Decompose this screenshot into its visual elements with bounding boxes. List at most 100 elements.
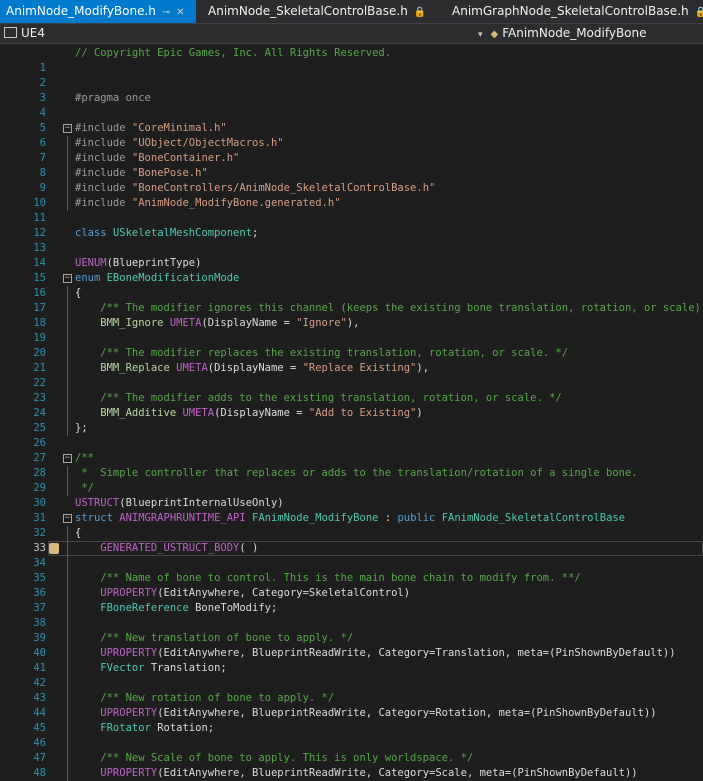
code-line[interactable]: { bbox=[75, 526, 81, 541]
code-token: ), bbox=[346, 317, 360, 329]
code-token: /** bbox=[75, 452, 94, 464]
project-dropdown[interactable]: UE4 bbox=[4, 24, 45, 43]
code-line[interactable]: #include "BoneContainer.h" bbox=[75, 151, 239, 166]
line-number: 1 bbox=[39, 62, 46, 74]
code-token: Rotation; bbox=[157, 722, 215, 734]
code-token: "Replace Existing" bbox=[302, 362, 417, 374]
code-line[interactable]: #include "CoreMinimal.h" bbox=[75, 121, 227, 136]
line-number: 41 bbox=[33, 662, 46, 674]
tab-animnode-skeletalcontrolbase[interactable]: AnimNode_SkeletalControlBase.h 🔒 bbox=[202, 0, 426, 23]
fold-toggle-icon[interactable]: − bbox=[63, 274, 72, 283]
lightbulb-icon[interactable] bbox=[49, 543, 59, 554]
line-number: 7 bbox=[39, 152, 46, 164]
code-token: UPROPERTY bbox=[75, 587, 158, 599]
code-line[interactable]: #include "BonePose.h" bbox=[75, 166, 208, 181]
code-line[interactable]: FRotator Rotation; bbox=[75, 721, 214, 736]
code-token: (DisplayName = bbox=[207, 362, 303, 374]
pin-icon[interactable]: ⊸ bbox=[162, 7, 170, 18]
code-line[interactable]: /** The modifier replaces the existing t… bbox=[75, 346, 568, 361]
code-token: GENERATED_USTRUCT_BODY bbox=[75, 542, 240, 554]
code-line[interactable]: BMM_Ignore UMETA(DisplayName = "Ignore")… bbox=[75, 316, 360, 331]
code-token: UMETA bbox=[182, 407, 215, 419]
line-number: 24 bbox=[33, 407, 46, 419]
code-token: #include bbox=[75, 137, 132, 149]
code-token: (DisplayName = bbox=[201, 317, 297, 329]
code-line[interactable]: #include "AnimNode_ModifyBone.generated.… bbox=[75, 196, 341, 211]
code-line[interactable]: #include "UObject/ObjectMacros.h" bbox=[75, 136, 284, 151]
code-token: "Ignore" bbox=[296, 317, 347, 329]
code-editor[interactable]: // Copyright Epic Games, Inc. All Rights… bbox=[0, 44, 703, 781]
code-line[interactable]: class USkeletalMeshComponent; bbox=[75, 226, 258, 241]
code-token: enum bbox=[75, 272, 107, 284]
code-line[interactable]: // Copyright Epic Games, Inc. All Rights… bbox=[75, 46, 391, 61]
code-line[interactable]: enum EBoneModificationMode bbox=[75, 271, 239, 286]
code-line[interactable]: }; bbox=[75, 421, 88, 436]
code-token: (DisplayName = bbox=[214, 407, 309, 419]
close-icon[interactable]: ✕ bbox=[176, 7, 184, 18]
tab-animgraphnode-skeletalcontrolbase[interactable]: AnimGraphNode_SkeletalControlBase.h 🔒 bbox=[446, 0, 703, 23]
code-line[interactable]: { bbox=[75, 286, 81, 301]
code-token: class bbox=[75, 227, 113, 239]
code-line[interactable]: BMM_Replace UMETA(DisplayName = "Replace… bbox=[75, 361, 429, 376]
code-line[interactable]: UPROPERTY(EditAnywhere, Category=Skeleta… bbox=[75, 586, 410, 601]
code-token: { bbox=[75, 527, 82, 539]
line-number: 37 bbox=[33, 602, 46, 614]
code-line[interactable]: UPROPERTY(EditAnywhere, BlueprintReadWri… bbox=[75, 766, 637, 781]
code-line[interactable]: * Simple controller that replaces or add… bbox=[75, 466, 637, 481]
scope-dropdown[interactable]: ▾ ◆ FAnimNode_ModifyBone bbox=[478, 24, 647, 43]
code-line[interactable]: /** The modifier adds to the existing tr… bbox=[75, 391, 562, 406]
code-token: { bbox=[75, 287, 82, 299]
code-line[interactable]: UPROPERTY(EditAnywhere, BlueprintReadWri… bbox=[75, 706, 657, 721]
code-token: /** The modifier adds to the existing tr… bbox=[75, 392, 562, 404]
code-line[interactable]: */ bbox=[75, 481, 94, 496]
code-token: public bbox=[397, 512, 442, 524]
tab-label: AnimNode_ModifyBone.h bbox=[6, 4, 156, 18]
line-number bbox=[0, 46, 46, 61]
code-line[interactable]: #include "BoneControllers/AnimNode_Skele… bbox=[75, 181, 435, 196]
code-token: #pragma once bbox=[75, 92, 151, 104]
code-token: (EditAnywhere, BlueprintReadWrite, Categ… bbox=[157, 707, 657, 719]
code-token: ( ) bbox=[239, 542, 259, 554]
code-line[interactable]: /** New rotation of bone to apply. */ bbox=[75, 691, 334, 706]
code-token: /** The modifier ignores this channel (k… bbox=[75, 302, 703, 314]
code-token: */ bbox=[75, 482, 94, 494]
code-token: #include bbox=[75, 122, 132, 134]
code-token: (EditAnywhere, Category=SkeletalControl) bbox=[157, 587, 411, 599]
fold-toggle-icon[interactable]: − bbox=[63, 514, 72, 523]
line-number: 23 bbox=[33, 392, 46, 404]
code-line[interactable]: USTRUCT(BlueprintInternalUseOnly) bbox=[75, 496, 284, 511]
code-token: /** New rotation of bone to apply. */ bbox=[75, 692, 335, 704]
code-line[interactable]: struct ANIMGRAPHRUNTIME_API FAnimNode_Mo… bbox=[75, 511, 625, 526]
code-line[interactable]: /** New Scale of bone to apply. This is … bbox=[75, 751, 473, 766]
fold-toggle-icon[interactable]: − bbox=[63, 124, 72, 133]
code-token: BMM_Ignore bbox=[75, 317, 170, 329]
line-number: 6 bbox=[39, 137, 46, 149]
line-number: 19 bbox=[33, 332, 46, 344]
code-token: UENUM bbox=[75, 257, 107, 269]
code-token: // Copyright Epic Games, Inc. All Rights… bbox=[75, 47, 392, 59]
code-line[interactable]: #pragma once bbox=[75, 91, 151, 106]
code-token: "UObject/ObjectMacros.h" bbox=[131, 137, 284, 149]
code-line[interactable]: FVector Translation; bbox=[75, 661, 226, 676]
code-line[interactable]: UPROPERTY(EditAnywhere, BlueprintReadWri… bbox=[75, 646, 675, 661]
code-token: (BlueprintType) bbox=[106, 257, 202, 269]
line-number: 40 bbox=[33, 647, 46, 659]
code-line[interactable]: BMM_Additive UMETA(DisplayName = "Add to… bbox=[75, 406, 422, 421]
code-token: "BonePose.h" bbox=[131, 167, 208, 179]
line-number: 35 bbox=[33, 572, 46, 584]
code-line[interactable]: GENERATED_USTRUCT_BODY( ) bbox=[75, 541, 258, 556]
line-number: 13 bbox=[33, 242, 46, 254]
project-name: UE4 bbox=[21, 26, 45, 40]
line-number: 39 bbox=[33, 632, 46, 644]
code-line[interactable]: FBoneReference BoneToModify; bbox=[75, 601, 277, 616]
line-number: 20 bbox=[33, 347, 46, 359]
code-line[interactable]: /** The modifier ignores this channel (k… bbox=[75, 301, 703, 316]
code-line[interactable]: /** bbox=[75, 451, 94, 466]
code-line[interactable]: UENUM(BlueprintType) bbox=[75, 256, 201, 271]
line-number: 2 bbox=[39, 77, 46, 89]
code-line[interactable]: /** Name of bone to control. This is the… bbox=[75, 571, 580, 586]
lock-icon: 🔒 bbox=[694, 7, 703, 18]
code-line[interactable]: /** New translation of bone to apply. */ bbox=[75, 631, 353, 646]
fold-toggle-icon[interactable]: − bbox=[63, 454, 72, 463]
tab-animnode-modifybone[interactable]: AnimNode_ModifyBone.h ⊸ ✕ bbox=[0, 0, 196, 23]
